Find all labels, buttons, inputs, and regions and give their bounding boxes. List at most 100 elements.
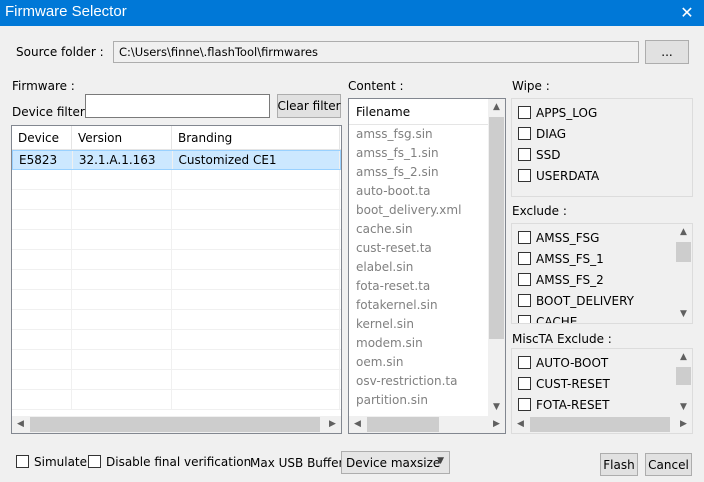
wipe-group: APPS_LOG DIAG SSD USERDATA <box>511 98 693 197</box>
file-list: amss_fsg.sin amss_fs_1.sin amss_fs_2.sin au… <box>349 125 505 410</box>
empty-row <box>12 170 341 190</box>
exclude-group: AMSS_FSG AMSS_FS_1 AMSS_FS_2 BOOT_DELIVE… <box>511 223 693 324</box>
miscta-vertical-scrollbar[interactable]: ▲ ▼ <box>675 349 692 416</box>
disable-final-verification-checkbox[interactable]: Disable final verification <box>82 451 251 472</box>
checkbox-icon[interactable] <box>518 169 531 182</box>
list-item[interactable]: cust-reset.ta <box>349 239 505 258</box>
title-bar: Firmware Selector ✕ <box>0 0 704 26</box>
scroll-left-icon[interactable]: ◀ <box>12 416 29 433</box>
list-item[interactable]: partition.sin <box>349 391 505 410</box>
clear-filter-button[interactable]: Clear filter <box>277 94 341 118</box>
empty-row <box>12 330 341 350</box>
checkbox-icon[interactable] <box>518 315 531 323</box>
scrollbar-thumb[interactable] <box>676 242 691 262</box>
flash-button[interactable]: Flash <box>600 453 638 476</box>
wipe-checkbox-ssd[interactable]: SSD <box>512 144 692 165</box>
list-item[interactable]: elabel.sin <box>349 258 505 277</box>
content-vertical-scrollbar[interactable]: ▲ ▼ <box>488 99 505 416</box>
table-row[interactable]: E5823 32.1.A.1.163 Customized CE1 <box>12 150 341 170</box>
column-header-branding[interactable]: Branding <box>172 126 340 149</box>
checkbox-icon[interactable] <box>518 127 531 140</box>
list-item[interactable]: amss_fs_2.sin <box>349 163 505 182</box>
list-item[interactable]: fota-reset.ta <box>349 277 505 296</box>
list-item[interactable]: oem.sin <box>349 353 505 372</box>
device-filter-label: Device filter : <box>12 105 93 119</box>
usb-buffer-dropdown[interactable]: Device maxsize ▼ <box>341 451 450 474</box>
exclude-checkbox-amss-fs-1[interactable]: AMSS_FS_1 <box>512 248 692 269</box>
scrollbar-thumb[interactable] <box>676 367 691 385</box>
checkbox-icon[interactable] <box>88 455 101 468</box>
list-item[interactable]: osv-restriction.ta <box>349 372 505 391</box>
checkbox-icon[interactable] <box>518 398 531 411</box>
checkbox-icon[interactable] <box>518 148 531 161</box>
browse-button[interactable]: ... <box>645 40 689 64</box>
scroll-right-icon[interactable]: ▶ <box>488 416 505 433</box>
list-item[interactable]: kernel.sin <box>349 315 505 334</box>
checkbox-icon[interactable] <box>16 455 29 468</box>
exclude-vertical-scrollbar[interactable]: ▲ ▼ <box>675 224 692 323</box>
wipe-checkbox-diag[interactable]: DIAG <box>512 123 692 144</box>
scroll-up-icon[interactable]: ▲ <box>488 99 505 116</box>
miscta-checkbox-fota-reset[interactable]: FOTA-RESET <box>512 394 692 415</box>
scroll-down-icon[interactable]: ▼ <box>675 306 692 323</box>
column-header-version[interactable]: Version <box>72 126 172 149</box>
scroll-right-icon[interactable]: ▶ <box>324 416 341 433</box>
list-item[interactable]: amss_fs_1.sin <box>349 144 505 163</box>
wipe-checkbox-apps-log[interactable]: APPS_LOG <box>512 102 692 123</box>
wipe-checkbox-userdata[interactable]: USERDATA <box>512 165 692 186</box>
scroll-up-icon[interactable]: ▲ <box>675 349 692 366</box>
scroll-left-icon[interactable]: ◀ <box>512 416 529 433</box>
list-item[interactable]: boot_delivery.xml <box>349 201 505 220</box>
simulate-checkbox[interactable]: Simulate <box>10 451 87 472</box>
scrollbar-thumb[interactable] <box>367 417 439 432</box>
scroll-down-icon[interactable]: ▼ <box>675 399 692 416</box>
source-folder-field[interactable]: C:\Users\finne\.flashTool\firmwares <box>113 41 639 63</box>
chevron-down-icon[interactable]: ▼ <box>437 456 444 466</box>
miscta-group: AUTO-BOOT CUST-RESET FOTA-RESET ▲ ▼ ◀ ▶ <box>511 348 693 434</box>
miscta-checkbox-auto-boot[interactable]: AUTO-BOOT <box>512 352 692 373</box>
usb-buffer-value: Device maxsize <box>346 455 441 470</box>
miscta-checkbox-cust-reset[interactable]: CUST-RESET <box>512 373 692 394</box>
scroll-down-icon[interactable]: ▼ <box>488 399 505 416</box>
scroll-left-icon[interactable]: ◀ <box>349 416 366 433</box>
exclude-section-label: Exclude : <box>512 204 567 218</box>
source-folder-label: Source folder : <box>16 45 104 59</box>
cancel-button[interactable]: Cancel <box>645 453 692 476</box>
window-title: Firmware Selector <box>5 3 127 20</box>
empty-row <box>12 190 341 210</box>
checkbox-icon[interactable] <box>518 273 531 286</box>
checkbox-icon[interactable] <box>518 106 531 119</box>
miscta-horizontal-scrollbar[interactable]: ◀ ▶ <box>512 416 692 433</box>
exclude-checkbox-amss-fs-2[interactable]: AMSS_FS_2 <box>512 269 692 290</box>
cell-device: E5823 <box>13 151 73 169</box>
firmware-horizontal-scrollbar[interactable]: ◀ ▶ <box>12 416 341 433</box>
empty-row <box>12 390 341 410</box>
checkbox-icon[interactable] <box>518 294 531 307</box>
content-horizontal-scrollbar[interactable]: ◀ ▶ <box>349 416 505 433</box>
device-filter-input[interactable] <box>85 94 270 118</box>
wipe-section-label: Wipe : <box>512 79 550 93</box>
exclude-checkbox-boot-delivery[interactable]: BOOT_DELIVERY <box>512 290 692 311</box>
scroll-right-icon[interactable]: ▶ <box>675 416 692 433</box>
scroll-up-icon[interactable]: ▲ <box>675 224 692 241</box>
scrollbar-thumb[interactable] <box>489 117 504 339</box>
empty-row <box>12 310 341 330</box>
checkbox-icon[interactable] <box>518 252 531 265</box>
list-item[interactable]: cache.sin <box>349 220 505 239</box>
exclude-checkbox-amss-fsg[interactable]: AMSS_FSG <box>512 227 692 248</box>
list-item[interactable]: modem.sin <box>349 334 505 353</box>
list-item[interactable]: auto-boot.ta <box>349 182 505 201</box>
empty-row <box>12 350 341 370</box>
cell-version: 32.1.A.1.163 <box>73 151 173 169</box>
column-header-device[interactable]: Device <box>12 126 72 149</box>
close-icon[interactable]: ✕ <box>670 0 704 26</box>
scrollbar-thumb[interactable] <box>530 417 670 432</box>
checkbox-icon[interactable] <box>518 231 531 244</box>
exclude-checkbox-cache[interactable]: CACHE <box>512 311 692 323</box>
list-item[interactable]: amss_fsg.sin <box>349 125 505 144</box>
filename-column-header[interactable]: Filename <box>349 99 505 125</box>
scrollbar-thumb[interactable] <box>30 417 320 432</box>
checkbox-icon[interactable] <box>518 356 531 369</box>
list-item[interactable]: fotakernel.sin <box>349 296 505 315</box>
checkbox-icon[interactable] <box>518 377 531 390</box>
